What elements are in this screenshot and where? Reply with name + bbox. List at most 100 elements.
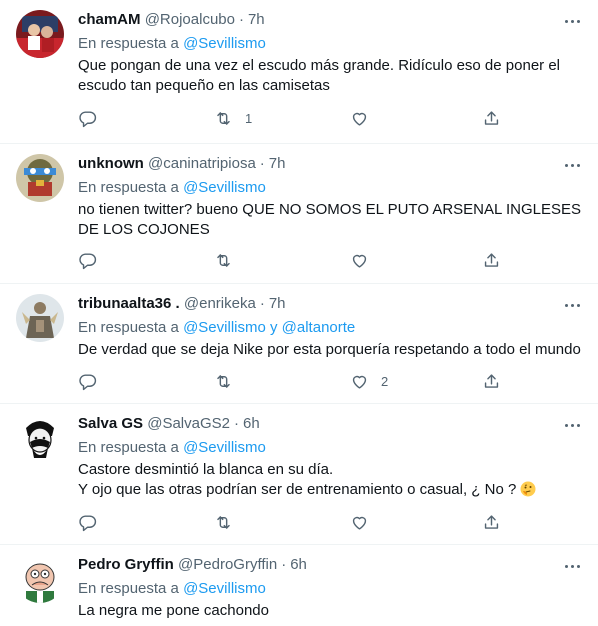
mention-link[interactable]: @Sevillismo y @altanorte: [183, 319, 355, 336]
retweet-button[interactable]: [214, 371, 245, 391]
display-name[interactable]: tribunaalta36 .: [78, 295, 180, 312]
retweet-button[interactable]: [214, 512, 245, 532]
retweet-button[interactable]: 1: [214, 108, 252, 128]
tweet-text-line: De verdad que se deja Nike por esta porq…: [78, 341, 581, 358]
retweet-button[interactable]: [214, 250, 245, 270]
like-count: 2: [381, 373, 389, 389]
tweet-1[interactable]: chamAM @Rojoalcubo · 7h En respuesta a @Se…: [0, 0, 598, 144]
display-name[interactable]: chamAM: [78, 11, 141, 28]
display-name[interactable]: Salva GS: [78, 415, 143, 432]
tweet-header: unknown @caninatripiosa · 7h: [78, 154, 582, 174]
reply-context: En respuesta a @Sevillismo: [78, 438, 582, 458]
share-icon: [484, 252, 499, 267]
user-handle[interactable]: @caninatripiosa: [148, 155, 256, 172]
avatar[interactable]: [16, 555, 64, 603]
like-button[interactable]: 2: [350, 371, 388, 391]
reply-prefix: En respuesta a: [78, 439, 179, 456]
retweet-icon: [217, 253, 230, 267]
user-handle[interactable]: @SalvaGS2: [147, 415, 230, 432]
reply-button[interactable]: [78, 371, 97, 391]
timestamp[interactable]: 7h: [248, 11, 265, 28]
reply-icon: [79, 373, 97, 390]
retweet-icon: [217, 374, 230, 388]
tweet-header: Pedro Gryffin @PedroGryffin · 6h: [78, 555, 582, 575]
tweet-actions: [78, 250, 508, 270]
reply-button[interactable]: [78, 512, 97, 532]
tweet-actions: 1: [78, 108, 508, 128]
separator-dot: ·: [281, 556, 287, 573]
share-button[interactable]: [482, 250, 501, 270]
tweet-text-line: La negra me pone cachondo: [78, 602, 269, 619]
tweet-text-line: no tienen twitter? bueno QUE NO SOMOS EL…: [78, 201, 581, 218]
separator-dot: ·: [233, 415, 239, 432]
reply-context: En respuesta a @Sevillismo: [78, 34, 582, 54]
mention-link[interactable]: @Sevillismo: [183, 35, 266, 52]
reply-context: En respuesta a @Sevillismo: [78, 579, 582, 599]
retweet-count: 1: [245, 110, 253, 126]
like-button[interactable]: [350, 512, 381, 532]
like-button[interactable]: [350, 250, 381, 270]
share-icon: [484, 514, 499, 529]
reply-context: En respuesta a @Sevillismo y @altanorte: [78, 318, 582, 338]
tweet-text: De verdad que se deja Nike por esta porq…: [78, 340, 582, 360]
reply-button[interactable]: [78, 250, 97, 270]
mention-link[interactable]: @Sevillismo: [183, 580, 266, 597]
tweet-actions: 2: [78, 371, 508, 391]
retweet-icon: [217, 111, 230, 125]
user-handle[interactable]: @Rojoalcubo: [145, 11, 235, 28]
avatar[interactable]: [16, 10, 64, 58]
retweet-icon: [217, 515, 230, 529]
mention-link[interactable]: @Sevillismo: [183, 439, 266, 456]
user-handle[interactable]: @enrikeka: [184, 295, 256, 312]
display-name[interactable]: unknown: [78, 155, 144, 172]
tweet-text-line: Y ojo que las otras podrían ser de entre…: [78, 481, 517, 498]
share-button[interactable]: [482, 512, 501, 532]
share-icon: [484, 110, 499, 125]
share-icon: [484, 373, 499, 388]
tweet-5[interactable]: Pedro Gryffin @PedroGryffin · 6h En respue…: [0, 545, 598, 626]
tweet-text-line: DE LOS COJONES: [78, 221, 210, 238]
tweet-actions: [78, 512, 508, 532]
share-button[interactable]: [482, 371, 501, 391]
like-button[interactable]: [350, 108, 381, 128]
heart-icon: [352, 112, 367, 126]
tweet-header: Salva GS @SalvaGS2 · 6h: [78, 414, 582, 434]
display-name[interactable]: Pedro Gryffin: [78, 556, 174, 573]
separator-dot: ·: [259, 155, 265, 172]
tweet-header: chamAM @Rojoalcubo · 7h: [78, 10, 582, 30]
tweet-text: no tienen twitter? bueno QUE NO SOMOS EL…: [78, 200, 582, 240]
tweet-text-line-with-emoji: Y ojo que las otras podrían ser de entre…: [78, 480, 582, 500]
avatar[interactable]: [16, 414, 64, 462]
timestamp[interactable]: 7h: [269, 295, 286, 312]
reply-context: En respuesta a @Sevillismo: [78, 178, 582, 198]
reply-icon: [79, 252, 97, 269]
mention-link[interactable]: @Sevillismo: [183, 179, 266, 196]
timestamp[interactable]: 6h: [243, 415, 260, 432]
reply-icon: [79, 514, 97, 531]
separator-dot: ·: [259, 295, 265, 312]
reply-button[interactable]: [78, 108, 97, 128]
share-button[interactable]: [482, 108, 501, 128]
tweet-4[interactable]: Salva GS @SalvaGS2 · 6h En respuesta a @Se…: [0, 404, 598, 545]
timestamp[interactable]: 6h: [290, 556, 307, 573]
tweet-text-line: Castore desmintió la blanca en su día.: [78, 461, 334, 478]
heart-icon: [352, 254, 367, 268]
thinking-face-emoji: [520, 481, 536, 497]
separator-dot: ·: [238, 11, 244, 28]
reply-prefix: En respuesta a: [78, 35, 179, 52]
heart-icon: [352, 375, 367, 389]
tweet-2[interactable]: unknown @caninatripiosa · 7h En respuesta …: [0, 144, 598, 284]
user-handle[interactable]: @PedroGryffin: [178, 556, 277, 573]
tweet-header: tribunaalta36 . @enrikeka · 7h: [78, 294, 582, 314]
reply-prefix: En respuesta a: [78, 580, 179, 597]
avatar[interactable]: [16, 154, 64, 202]
tweet-text-line: escudo tan pequeño en las camisetas: [78, 77, 330, 94]
reply-icon: [79, 110, 97, 127]
tweet-text: La negra me pone cachondo: [78, 601, 582, 621]
reply-prefix: En respuesta a: [78, 179, 179, 196]
tweet-3[interactable]: tribunaalta36 . @enrikeka · 7h En respuest…: [0, 284, 598, 404]
reply-prefix: En respuesta a: [78, 319, 179, 336]
timestamp[interactable]: 7h: [269, 155, 286, 172]
tweet-text-line: Que pongan de una vez el escudo más gran…: [78, 57, 560, 74]
avatar[interactable]: [16, 294, 64, 342]
